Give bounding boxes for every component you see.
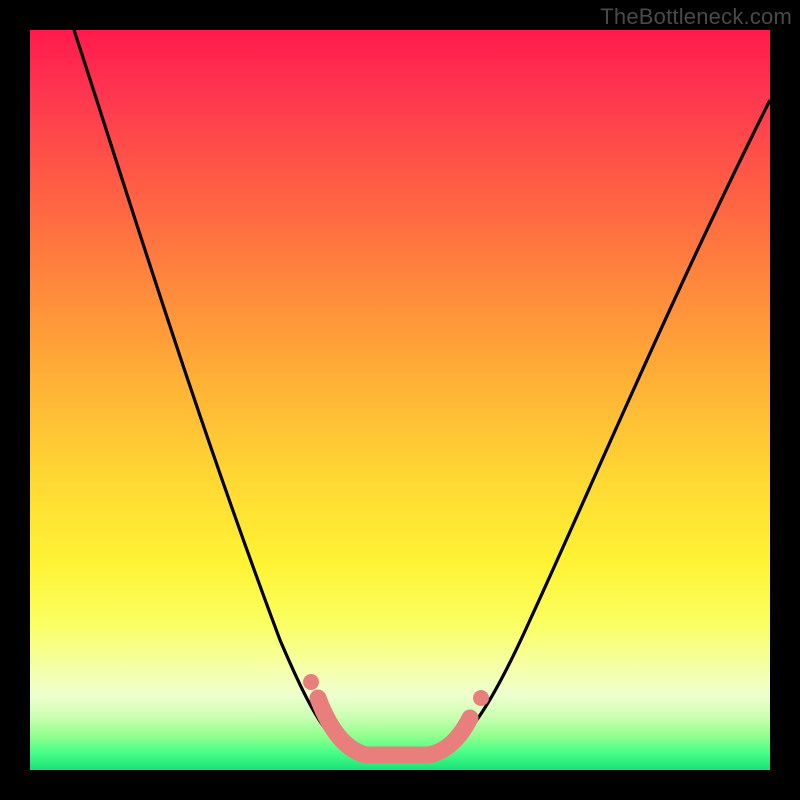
curve-layer [30, 30, 770, 770]
watermark-text: TheBottleneck.com [600, 4, 792, 30]
flat-region-dot-right [473, 690, 489, 706]
chart-frame: TheBottleneck.com [0, 0, 800, 800]
flat-region-dot-left [303, 674, 319, 690]
flat-region-highlight [318, 698, 470, 755]
bottleneck-curve [74, 30, 770, 756]
